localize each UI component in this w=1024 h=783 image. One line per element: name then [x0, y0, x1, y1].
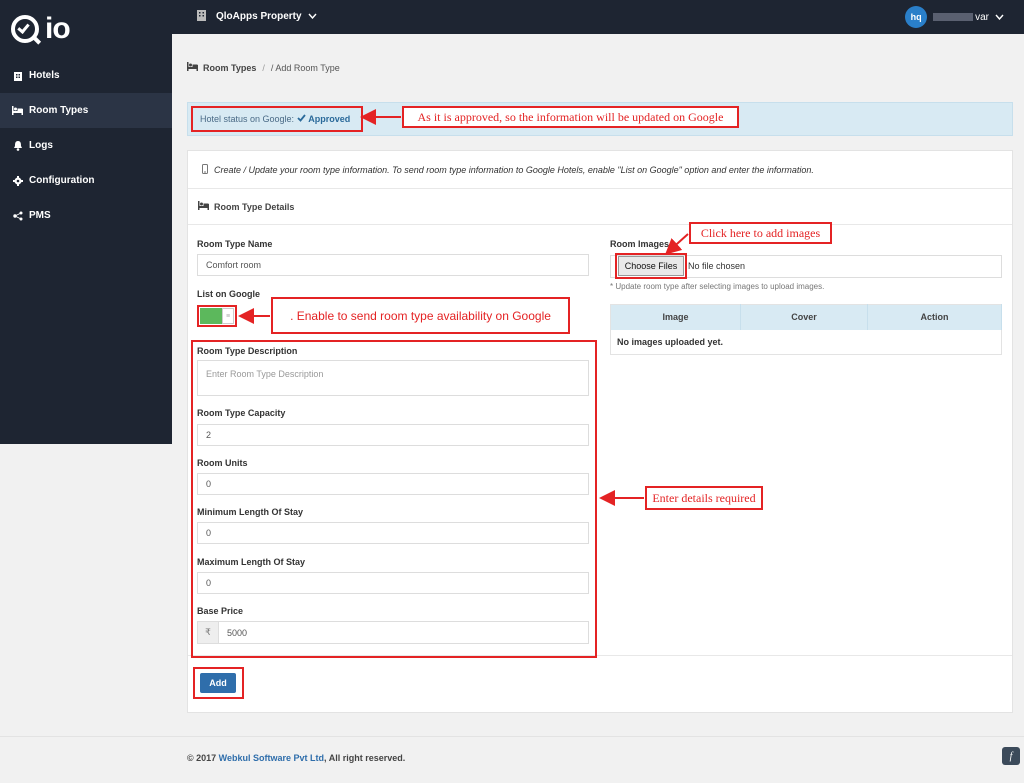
sidebar-nav: Hotels Room Types Logs Configuration PMS	[0, 58, 172, 233]
sidebar-item-label: PMS	[29, 210, 51, 221]
check-icon	[297, 114, 306, 122]
details-annotation: Enter details required	[645, 486, 763, 510]
status-highlight-box: Hotel status on Google: Approved	[191, 106, 363, 132]
copyright-year: © 2017	[187, 753, 217, 763]
toggle-track: ≡	[200, 308, 234, 324]
room-type-name-input[interactable]: Comfort room	[197, 254, 589, 276]
user-name-suffix: var	[975, 11, 989, 23]
sidebar-item-label: Room Types	[29, 105, 89, 116]
company-link[interactable]: Webkul Software Pvt Ltd	[219, 753, 324, 763]
property-name: QloApps Property	[216, 10, 302, 22]
column-cover: Cover	[740, 304, 868, 330]
toggle-on-state	[200, 308, 222, 324]
share-icon	[12, 210, 23, 221]
qlo-logo[interactable]: io	[11, 12, 71, 45]
topbar: QloApps Property hq var	[172, 0, 1024, 34]
page-footer: © 2017 Webkul Software Pvt Ltd, All righ…	[0, 736, 1024, 783]
sidebar-item-label: Hotels	[29, 70, 60, 81]
gear-icon	[12, 175, 23, 186]
card-heading-text: Room Type Details	[214, 201, 295, 212]
status-label: Hotel status on Google:	[200, 114, 295, 124]
bell-icon	[12, 140, 23, 151]
toggle-knob: ≡	[222, 308, 234, 324]
breadcrumb-separator: /	[262, 63, 265, 73]
sidebar: io Hotels Room Types Logs Configuration	[0, 0, 172, 444]
images-annotation: Click here to add images	[689, 222, 832, 244]
sidebar-item-hotels[interactable]: Hotels	[0, 58, 172, 93]
corner-badge-icon[interactable]: f	[1002, 747, 1020, 765]
details-highlight-box	[191, 340, 597, 658]
images-hint: * Update room type after selecting image…	[610, 282, 825, 291]
sidebar-item-configuration[interactable]: Configuration	[0, 163, 172, 198]
no-file-chosen: No file chosen	[688, 261, 746, 271]
breadcrumb-room-types[interactable]: Room Types	[203, 63, 256, 73]
table-row: No images uploaded yet.	[611, 330, 1002, 355]
google-annotation: . Enable to send room type availability …	[271, 297, 570, 334]
images-table: Image Cover Action No images uploaded ye…	[610, 304, 1002, 355]
card-info: Create / Update your room type informati…	[188, 151, 1012, 189]
sidebar-item-label: Configuration	[29, 175, 95, 186]
user-menu[interactable]: hq var	[905, 6, 1004, 28]
bed-icon	[12, 105, 23, 116]
sidebar-item-pms[interactable]: PMS	[0, 198, 172, 233]
add-button[interactable]: Add	[200, 673, 236, 693]
room-type-name-label: Room Type Name	[197, 239, 273, 249]
building-icon	[196, 10, 208, 22]
logo-q-mark	[11, 15, 39, 43]
breadcrumb: Room Types / / Add Room Type	[187, 62, 340, 74]
status-value: Approved	[308, 114, 351, 124]
sidebar-item-logs[interactable]: Logs	[0, 128, 172, 163]
list-on-google-label: List on Google	[197, 289, 260, 299]
logo-text: io	[45, 12, 71, 45]
bed-icon	[198, 201, 209, 212]
user-name: var	[933, 12, 989, 23]
status-approved: Approved	[297, 114, 350, 124]
column-action: Action	[867, 304, 1002, 330]
images-empty-message: No images uploaded yet.	[617, 336, 724, 347]
column-image: Image	[610, 304, 741, 330]
avatar: hq	[905, 6, 928, 28]
property-selector[interactable]: QloApps Property	[196, 10, 317, 22]
sidebar-item-label: Logs	[29, 140, 53, 151]
chevron-down-icon	[308, 11, 317, 21]
bed-icon	[187, 62, 198, 74]
building-icon	[12, 70, 23, 81]
redacted-name	[933, 13, 974, 21]
room-images-label: Room Images	[610, 239, 670, 249]
list-on-google-toggle[interactable]: ≡	[197, 305, 237, 327]
footer-copyright: © 2017 Webkul Software Pvt Ltd, All righ…	[187, 753, 405, 763]
chevron-down-icon	[995, 12, 1004, 22]
sidebar-item-room-types[interactable]: Room Types	[0, 93, 172, 128]
phone-icon	[202, 163, 208, 176]
choose-files-button[interactable]: Choose Files	[618, 256, 684, 276]
approved-annotation: As it is approved, so the information wi…	[402, 106, 739, 128]
card-info-text: Create / Update your room type informati…	[214, 164, 814, 175]
rights-text: , All right reserved.	[324, 753, 406, 763]
images-table-header: Image Cover Action	[610, 304, 1002, 330]
card-heading: Room Type Details	[188, 189, 1012, 225]
breadcrumb-current: / Add Room Type	[270, 63, 340, 73]
